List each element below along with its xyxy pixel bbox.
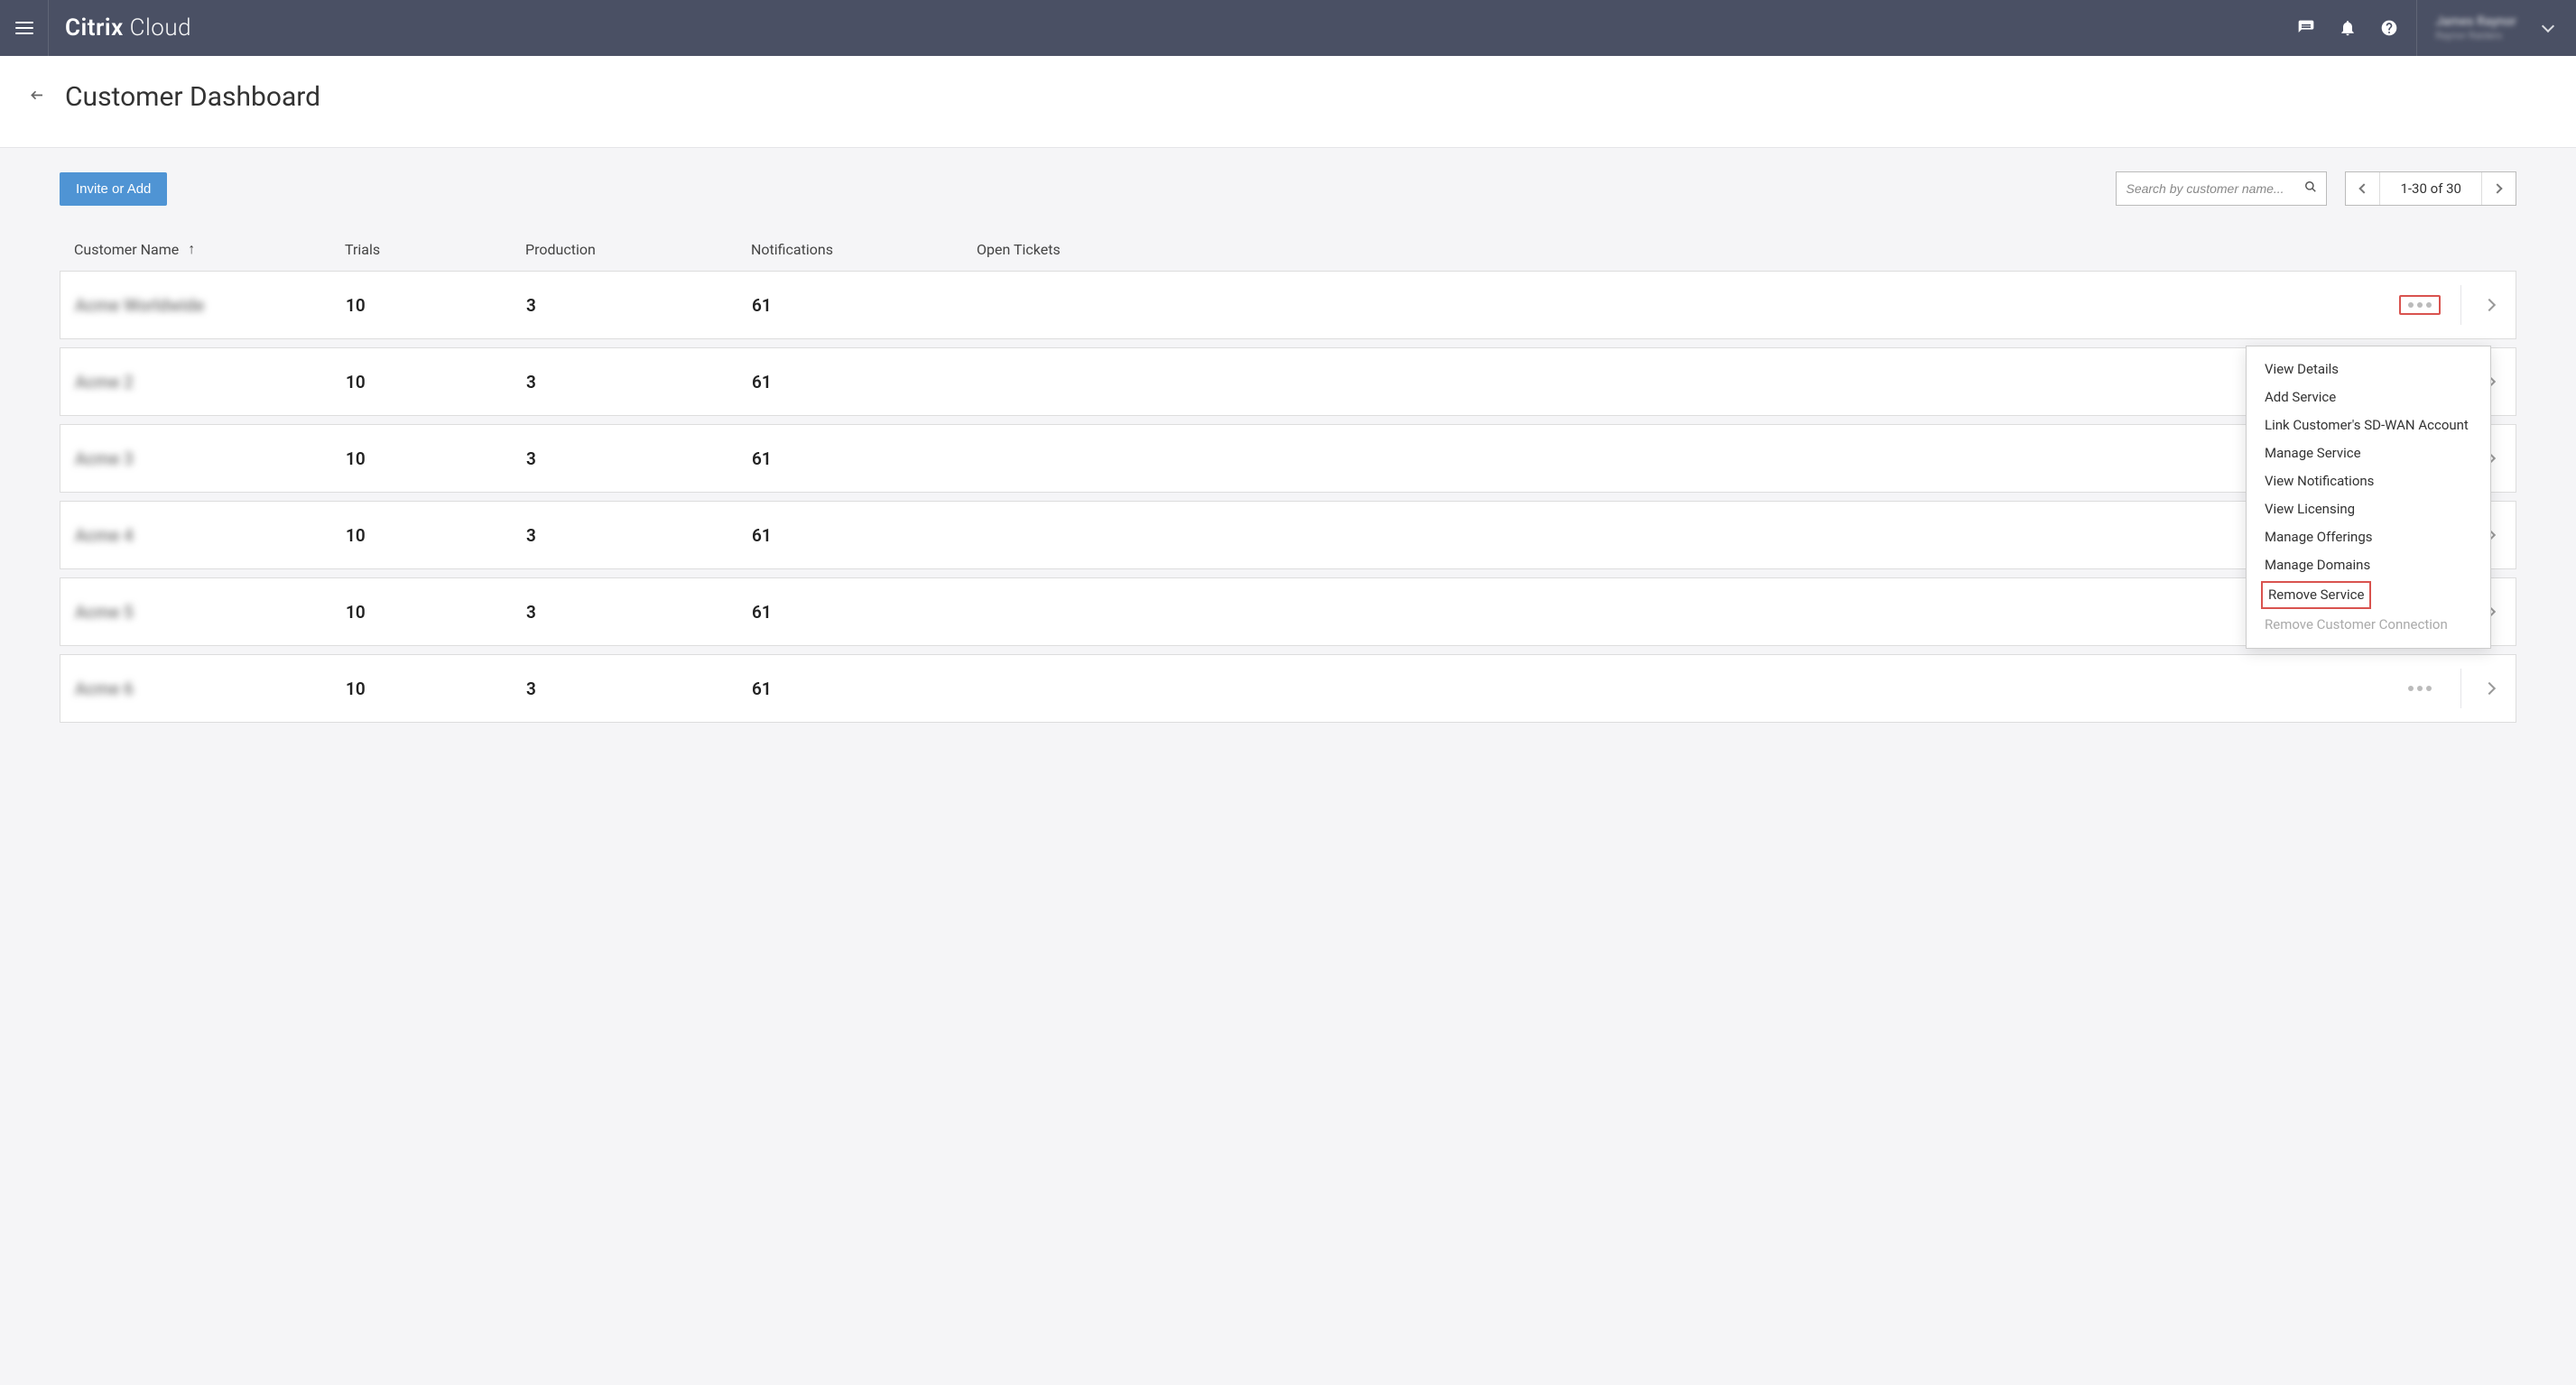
chevron-down-icon bbox=[2542, 20, 2554, 32]
menu-view-notifications[interactable]: View Notifications bbox=[2247, 467, 2490, 495]
menu-toggle[interactable] bbox=[0, 0, 49, 56]
page-header: Customer Dashboard bbox=[0, 56, 2576, 148]
pager: 1-30 of 30 bbox=[2345, 171, 2516, 206]
col-trials[interactable]: Trials bbox=[345, 240, 525, 258]
back-button[interactable] bbox=[27, 88, 49, 106]
cell-customer-name: Acme 5 bbox=[75, 602, 346, 623]
invite-or-add-button[interactable]: Invite or Add bbox=[60, 172, 167, 206]
row-actions bbox=[2366, 655, 2501, 722]
brand-bold: Citrix bbox=[65, 14, 124, 42]
cell-customer-name: Acme 3 bbox=[75, 448, 346, 469]
toolbar: Invite or Add 1-30 of 30 bbox=[0, 148, 2576, 227]
page-title: Customer Dashboard bbox=[65, 81, 320, 113]
customer-table: Customer Name ↑ Trials Production Notifi… bbox=[0, 227, 2576, 767]
cell-trials: 10 bbox=[346, 295, 526, 316]
cell-production: 3 bbox=[526, 679, 752, 699]
sort-asc-icon: ↑ bbox=[188, 240, 195, 258]
notifications-icon[interactable] bbox=[2339, 19, 2357, 37]
cell-customer-name: Acme 4 bbox=[75, 525, 346, 546]
cell-production: 3 bbox=[526, 295, 752, 316]
cell-trials: 10 bbox=[346, 448, 526, 469]
col-production[interactable]: Production bbox=[525, 240, 751, 258]
cell-notifications: 61 bbox=[752, 372, 978, 392]
user-org: Raynor Raiders bbox=[2435, 30, 2516, 42]
menu-remove-service[interactable]: Remove Service bbox=[2261, 581, 2371, 609]
menu-manage-service[interactable]: Manage Service bbox=[2247, 439, 2490, 467]
help-icon[interactable] bbox=[2380, 19, 2398, 37]
cell-production: 3 bbox=[526, 448, 752, 469]
divider bbox=[2460, 669, 2461, 708]
col-notifications[interactable]: Notifications bbox=[751, 240, 977, 258]
row-menu-button[interactable] bbox=[2399, 295, 2441, 315]
pager-prev[interactable] bbox=[2346, 172, 2380, 205]
table-row: Acme Worldwide10361 bbox=[60, 271, 2516, 339]
col-customer-name[interactable]: Customer Name ↑ bbox=[74, 240, 345, 258]
pager-next[interactable] bbox=[2481, 172, 2516, 205]
user-menu[interactable]: James Raynor Raynor Raiders bbox=[2416, 0, 2576, 56]
cell-production: 3 bbox=[526, 525, 752, 546]
search-input[interactable] bbox=[2126, 181, 2297, 196]
table-row: Acme 510361 bbox=[60, 577, 2516, 646]
table-row: Acme 610361 bbox=[60, 654, 2516, 723]
pager-label: 1-30 of 30 bbox=[2380, 172, 2481, 205]
table-row: Acme 210361 bbox=[60, 347, 2516, 416]
cell-notifications: 61 bbox=[752, 448, 978, 469]
row-menu-button[interactable] bbox=[2399, 679, 2441, 698]
user-text: James Raynor Raynor Raiders bbox=[2435, 14, 2516, 42]
cell-customer-name: Acme 6 bbox=[75, 679, 346, 699]
menu-remove-connection: Remove Customer Connection bbox=[2247, 611, 2490, 639]
user-name: James Raynor bbox=[2435, 14, 2516, 30]
cell-trials: 10 bbox=[346, 602, 526, 623]
divider bbox=[2460, 285, 2461, 325]
menu-link-sdwan[interactable]: Link Customer's SD-WAN Account bbox=[2247, 411, 2490, 439]
cell-production: 3 bbox=[526, 372, 752, 392]
col-open-tickets[interactable]: Open Tickets bbox=[977, 240, 2367, 258]
cell-notifications: 61 bbox=[752, 525, 978, 546]
cell-production: 3 bbox=[526, 602, 752, 623]
top-nav: Citrix Cloud James Raynor Raynor Raiders bbox=[0, 0, 2576, 56]
cell-customer-name: Acme Worldwide bbox=[75, 295, 346, 316]
table-row: Acme 410361 bbox=[60, 501, 2516, 569]
search-icon[interactable] bbox=[2304, 180, 2317, 197]
cell-trials: 10 bbox=[346, 525, 526, 546]
nav-icons bbox=[2297, 19, 2416, 37]
menu-view-details[interactable]: View Details bbox=[2247, 355, 2490, 383]
feedback-icon[interactable] bbox=[2297, 19, 2315, 37]
menu-manage-domains[interactable]: Manage Domains bbox=[2247, 551, 2490, 579]
cell-notifications: 61 bbox=[752, 602, 978, 623]
cell-notifications: 61 bbox=[752, 295, 978, 316]
row-context-menu: View Details Add Service Link Customer's… bbox=[2246, 346, 2491, 649]
hamburger-icon bbox=[15, 22, 33, 34]
row-expand[interactable] bbox=[2478, 293, 2501, 317]
cell-trials: 10 bbox=[346, 372, 526, 392]
table-row: Acme 310361 bbox=[60, 424, 2516, 493]
menu-add-service[interactable]: Add Service bbox=[2247, 383, 2490, 411]
table-header: Customer Name ↑ Trials Production Notifi… bbox=[60, 227, 2516, 271]
search-box[interactable] bbox=[2116, 171, 2327, 206]
menu-view-licensing[interactable]: View Licensing bbox=[2247, 495, 2490, 523]
menu-manage-offerings[interactable]: Manage Offerings bbox=[2247, 523, 2490, 551]
cell-customer-name: Acme 2 bbox=[75, 372, 346, 392]
row-expand[interactable] bbox=[2478, 677, 2501, 700]
brand-light: Cloud bbox=[124, 14, 191, 42]
cell-trials: 10 bbox=[346, 679, 526, 699]
cell-notifications: 61 bbox=[752, 679, 978, 699]
row-actions bbox=[2366, 272, 2501, 338]
brand-logo[interactable]: Citrix Cloud bbox=[49, 14, 191, 42]
